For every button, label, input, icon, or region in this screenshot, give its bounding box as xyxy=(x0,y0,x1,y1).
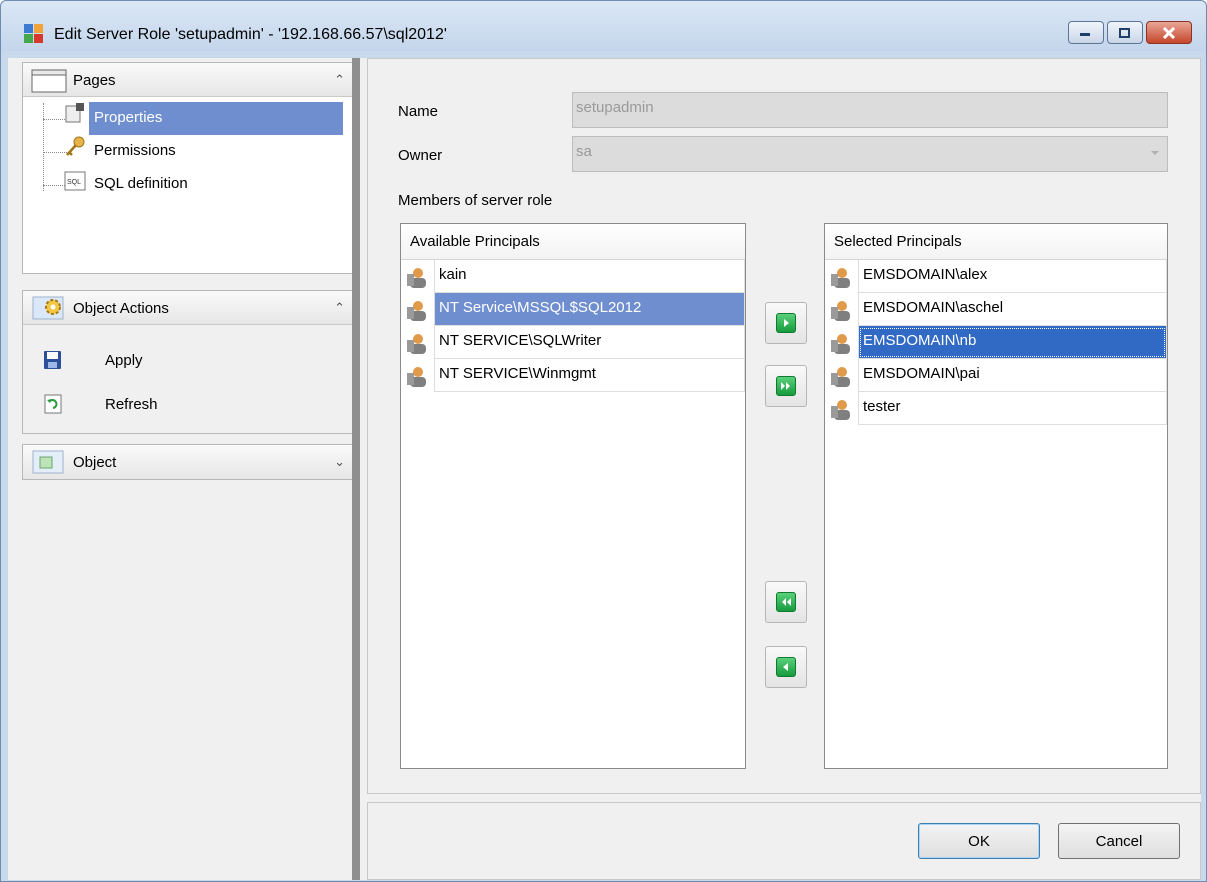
user-icon xyxy=(831,301,850,321)
principal-name: EMSDOMAIN\aschel xyxy=(858,293,1167,326)
name-label: Name xyxy=(398,103,439,120)
principal-name: NT Service\MSSQL$SQL2012 xyxy=(434,293,745,326)
page-properties[interactable]: Properties xyxy=(89,102,343,135)
list-item[interactable]: EMSDOMAIN\pai xyxy=(825,359,1167,392)
principal-name: NT SERVICE\SQLWriter xyxy=(434,326,745,359)
principal-name: NT SERVICE\Winmgmt xyxy=(434,359,745,392)
properties-icon xyxy=(65,103,84,123)
user-icon xyxy=(407,334,426,354)
object-group: Object ⌄ xyxy=(22,444,358,480)
selected-principals-list[interactable]: Selected Principals EMSDOMAIN\alex EMSDO… xyxy=(824,223,1168,769)
available-principals-list[interactable]: Available Principals kain NT Service\MSS… xyxy=(400,223,746,769)
arrow-right-icon xyxy=(784,319,789,327)
navigation-pane: Pages ⌃ Properties Permissions SQL SQL d… xyxy=(22,58,359,880)
owner-value: sa xyxy=(576,143,592,160)
page-sql-definition[interactable]: SQL definition xyxy=(89,168,343,201)
server-role-icon xyxy=(24,24,43,43)
list-item[interactable]: NT SERVICE\Winmgmt xyxy=(401,359,745,392)
properties-panel: Name setupadmin Owner sa Members of serv… xyxy=(367,58,1201,794)
refresh-label: Refresh xyxy=(105,395,158,413)
pages-group-label: Pages xyxy=(73,72,116,89)
user-icon xyxy=(407,301,426,321)
key-icon xyxy=(66,136,85,156)
edit-server-role-window: Edit Server Role 'setupadmin' - '192.168… xyxy=(0,0,1207,882)
object-icon xyxy=(32,450,64,474)
title-bar[interactable]: Edit Server Role 'setupadmin' - '192.168… xyxy=(1,1,1206,51)
add-all-button[interactable] xyxy=(765,365,807,407)
svg-text:SQL: SQL xyxy=(67,179,81,186)
members-label: Members of server role xyxy=(398,192,553,209)
folder-icon xyxy=(31,69,67,93)
object-group-header[interactable]: Object ⌄ xyxy=(23,445,357,479)
save-icon xyxy=(44,351,61,369)
user-icon xyxy=(831,367,850,387)
maximize-icon xyxy=(1119,27,1130,38)
gear-icon xyxy=(32,296,64,320)
page-permissions[interactable]: Permissions xyxy=(89,135,343,168)
user-icon xyxy=(831,334,850,354)
dropdown-arrow-icon xyxy=(1151,151,1159,155)
window-title: Edit Server Role 'setupadmin' - '192.168… xyxy=(54,26,447,43)
pane-splitter[interactable] xyxy=(352,58,360,880)
list-item[interactable]: tester xyxy=(825,392,1167,425)
available-principals-header[interactable]: Available Principals xyxy=(401,224,745,260)
owner-select[interactable]: sa xyxy=(572,136,1168,172)
refresh-action[interactable]: Refresh xyxy=(43,391,158,417)
pages-tree: Properties Permissions SQL SQL definitio… xyxy=(23,97,357,267)
minimize-icon xyxy=(1080,32,1090,36)
ok-button[interactable]: OK xyxy=(918,823,1040,859)
apply-label: Apply xyxy=(105,351,143,369)
user-icon xyxy=(407,268,426,288)
double-arrow-right-icon xyxy=(781,382,790,390)
user-icon xyxy=(407,367,426,387)
principal-name: EMSDOMAIN\pai xyxy=(858,359,1167,392)
list-item[interactable]: kain xyxy=(401,260,745,293)
name-field[interactable]: setupadmin xyxy=(572,92,1168,128)
principal-name: EMSDOMAIN\alex xyxy=(858,260,1167,293)
pages-group-header[interactable]: Pages ⌃ xyxy=(23,63,357,97)
object-actions-label: Object Actions xyxy=(73,300,169,317)
list-item[interactable]: EMSDOMAIN\aschel xyxy=(825,293,1167,326)
arrow-left-icon xyxy=(783,663,788,671)
close-button[interactable] xyxy=(1146,21,1192,44)
user-icon xyxy=(831,268,850,288)
close-icon xyxy=(1162,26,1176,39)
cancel-button[interactable]: Cancel xyxy=(1058,823,1180,859)
principal-name: EMSDOMAIN\nb xyxy=(858,326,1167,359)
principal-name: tester xyxy=(858,392,1167,425)
list-item[interactable]: NT SERVICE\SQLWriter xyxy=(401,326,745,359)
sql-icon: SQL xyxy=(64,171,86,191)
list-item[interactable]: EMSDOMAIN\alex xyxy=(825,260,1167,293)
user-icon xyxy=(831,400,850,420)
owner-label: Owner xyxy=(398,147,443,164)
dialog-client-area: Pages ⌃ Properties Permissions SQL SQL d… xyxy=(8,58,1201,880)
tree-connector xyxy=(43,103,44,191)
list-item-focused[interactable]: EMSDOMAIN\nb xyxy=(825,326,1167,359)
expand-chevron-icon[interactable]: ⌄ xyxy=(334,454,345,470)
object-actions-group: Object Actions ⌃ Apply Refresh xyxy=(22,290,358,434)
refresh-icon xyxy=(44,394,62,414)
collapse-chevron-icon[interactable]: ⌃ xyxy=(334,300,345,316)
list-item-selected[interactable]: NT Service\MSSQL$SQL2012 xyxy=(401,293,745,326)
maximize-button[interactable] xyxy=(1107,21,1143,44)
principal-name: kain xyxy=(434,260,745,293)
apply-action[interactable]: Apply xyxy=(43,347,143,373)
remove-all-button[interactable] xyxy=(765,581,807,623)
selected-principals-header[interactable]: Selected Principals xyxy=(825,224,1167,260)
minimize-button[interactable] xyxy=(1068,21,1104,44)
collapse-chevron-icon[interactable]: ⌃ xyxy=(334,72,345,88)
remove-selected-button[interactable] xyxy=(765,646,807,688)
object-actions-header[interactable]: Object Actions ⌃ xyxy=(23,291,357,325)
pages-group: Pages ⌃ Properties Permissions SQL SQL d… xyxy=(22,62,358,274)
add-selected-button[interactable] xyxy=(765,302,807,344)
object-group-label: Object xyxy=(73,454,117,471)
double-arrow-left-icon xyxy=(782,598,791,606)
dialog-footer: OK Cancel xyxy=(367,802,1201,880)
